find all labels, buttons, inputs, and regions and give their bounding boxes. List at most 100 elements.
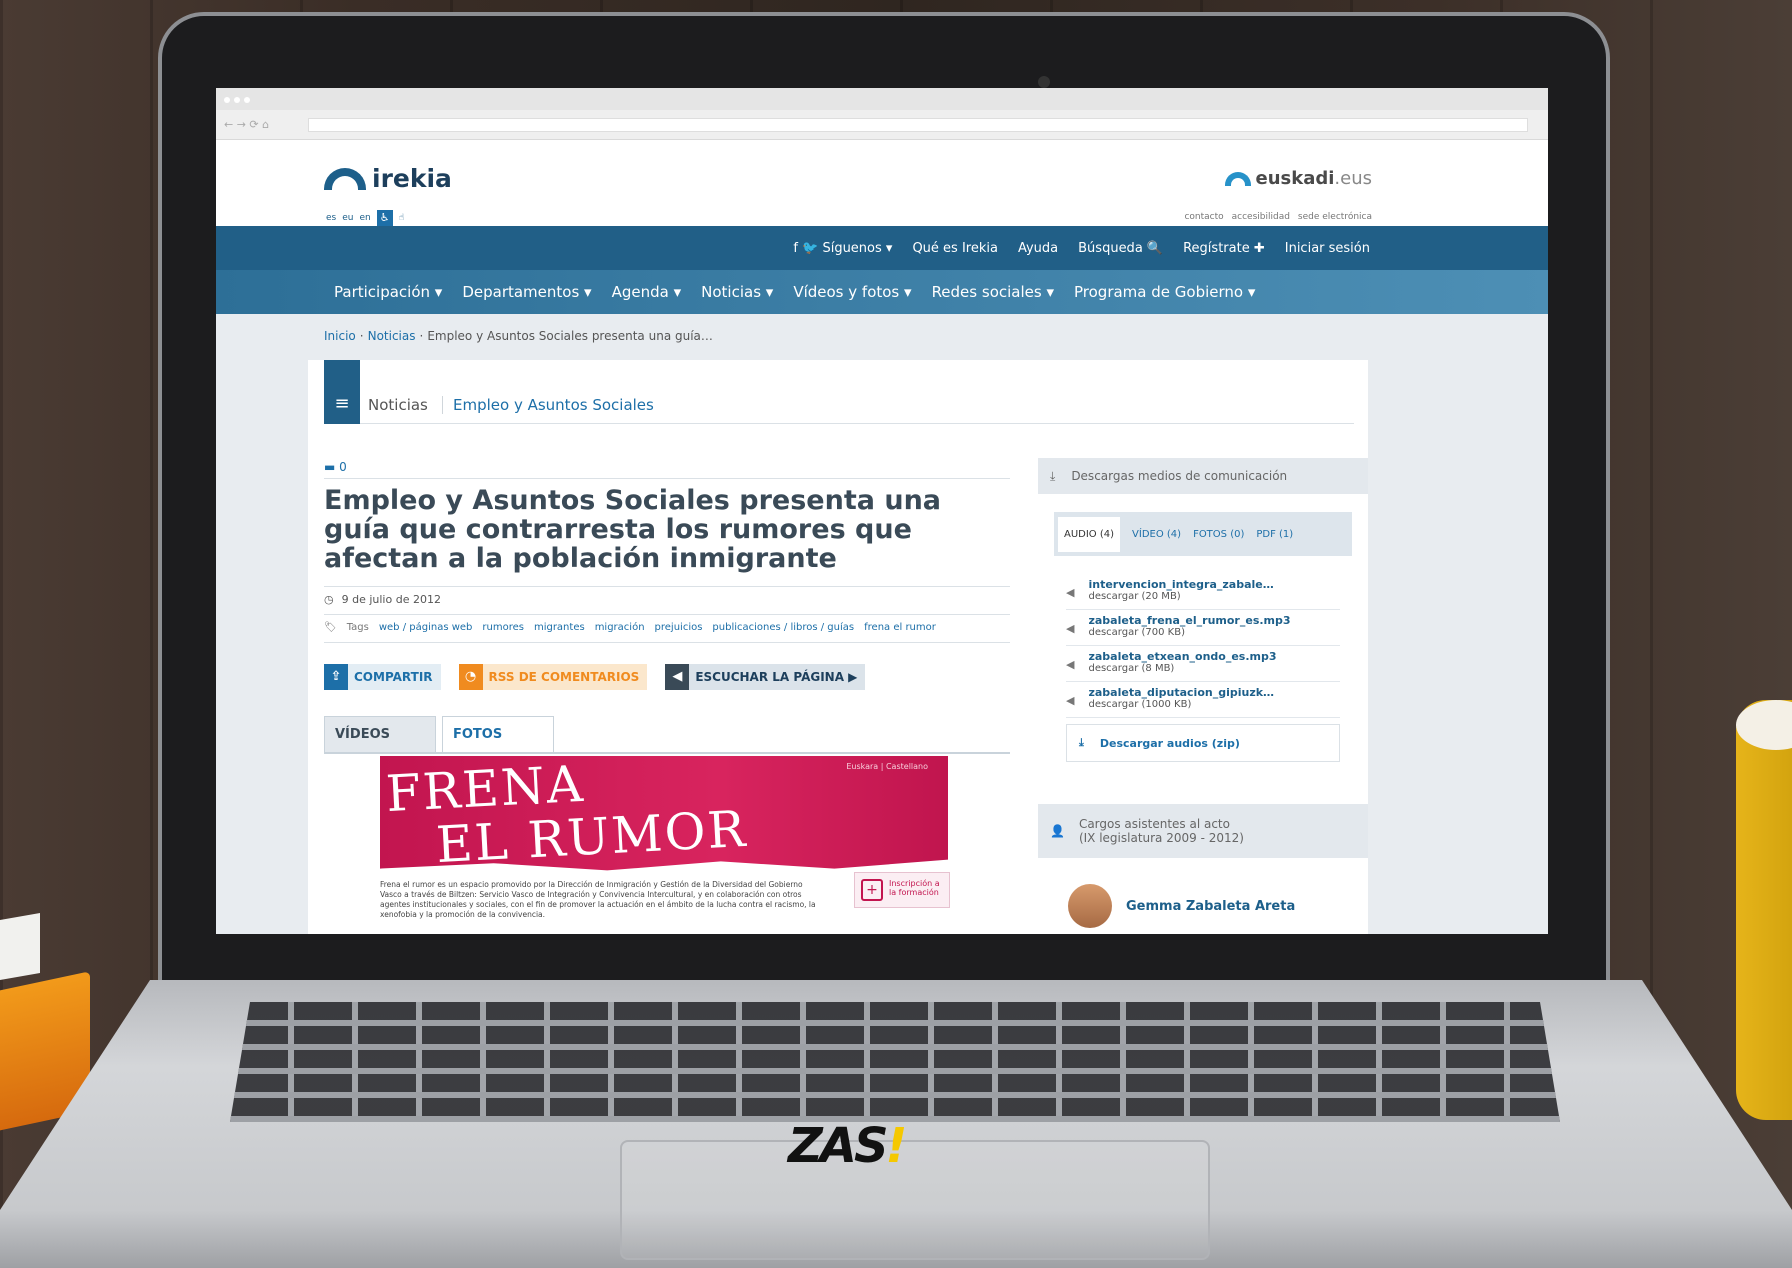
speaker-icon: ◀	[1066, 694, 1075, 707]
file-name[interactable]: zabaleta_frena_el_rumor_es.mp3	[1088, 614, 1290, 627]
link-sede-electronica[interactable]: sede electrónica	[1298, 212, 1372, 222]
file-size[interactable]: descargar (8 MB)	[1088, 663, 1276, 674]
nav-redes-sociales[interactable]: Redes sociales ▾	[932, 283, 1054, 301]
tag-item[interactable]: publicaciones / libros / guías	[712, 622, 854, 633]
sign-language-icon[interactable]: ☝	[399, 213, 404, 223]
euskadi-logo[interactable]: euskadi.eus	[1225, 168, 1372, 189]
laptop-screen: ← → ⟳ ⌂ irekia euskadi.eus es eu en ♿ ☝ …	[216, 88, 1548, 934]
chevron-down-icon: ▾	[885, 240, 893, 256]
tag-item[interactable]: web / páginas web	[379, 622, 473, 633]
banner-language-links[interactable]: Euskara | Castellano	[846, 762, 928, 771]
tags-list: 🏷 Tags web / páginas web rumores migrant…	[324, 622, 936, 633]
link-accesibilidad[interactable]: accesibilidad	[1232, 212, 1290, 222]
nav-ayuda[interactable]: Ayuda	[1018, 241, 1058, 256]
camera-icon	[1038, 76, 1050, 88]
tab-video[interactable]: VÍDEO (4)	[1132, 529, 1181, 540]
article-date: ◷ 9 de julio de 2012	[324, 593, 441, 606]
accessibility-icon[interactable]: ♿	[376, 210, 393, 226]
file-name[interactable]: zabaleta_diputacion_gipiuzk…	[1088, 686, 1274, 699]
irekia-logo-text: irekia	[372, 164, 452, 193]
top-nav: f 🐦 Síguenos ▾ Qué es Irekia Ayuda Búsqu…	[216, 226, 1548, 270]
person-icon: 👤	[1050, 824, 1065, 838]
banner-description: Frena el rumor es un espacio promovido p…	[380, 880, 816, 919]
list-item[interactable]: ◀ zabaleta_etxean_ondo_es.mp3 descargar …	[1066, 646, 1340, 682]
share-button[interactable]: ⇪ COMPARTIR	[324, 664, 441, 690]
tab-photos[interactable]: FOTOS	[442, 716, 554, 752]
browser-address-bar: ← → ⟳ ⌂	[216, 110, 1548, 140]
tag-item[interactable]: frena el rumor	[864, 622, 936, 633]
window-minimize-dot[interactable]	[234, 97, 240, 103]
yellow-mug	[1736, 700, 1792, 1120]
tab-fotos[interactable]: FOTOS (0)	[1193, 529, 1244, 540]
rss-comments-button[interactable]: ◔ RSS DE COMENTARIOS	[458, 664, 648, 690]
link-contacto[interactable]: contacto	[1184, 212, 1223, 222]
irekia-logo[interactable]: irekia	[324, 164, 452, 193]
nav-iniciar-sesion[interactable]: Iniciar sesión	[1285, 241, 1370, 256]
trackpad[interactable]	[620, 1140, 1210, 1260]
listen-page-button[interactable]: ◀ ESCUCHAR LA PÁGINA ▶	[665, 664, 866, 690]
tab-videos[interactable]: VÍDEOS	[324, 716, 436, 752]
nav-siguenos: Síguenos	[822, 240, 882, 256]
tag-item[interactable]: prejuicios	[655, 622, 703, 633]
divider	[324, 586, 1010, 587]
comment-count[interactable]: ▬ 0	[324, 460, 347, 474]
nav-agenda[interactable]: Agenda ▾	[612, 283, 682, 301]
file-size[interactable]: descargar (700 KB)	[1088, 627, 1290, 638]
nav-noticias[interactable]: Noticias ▾	[701, 283, 773, 301]
divider	[324, 478, 1010, 479]
zas-text: ZAS	[788, 1118, 889, 1174]
section-label[interactable]: Noticias	[368, 396, 428, 414]
tag-item[interactable]: migrantes	[534, 622, 585, 633]
lang-en[interactable]: en	[359, 213, 370, 223]
social-nav[interactable]: f 🐦 Síguenos ▾	[793, 241, 892, 256]
breadcrumb: Inicio · Noticias · Empleo y Asuntos Soc…	[324, 329, 713, 343]
breadcrumb-noticias[interactable]: Noticias	[368, 329, 416, 343]
list-item[interactable]: ◀ intervencion_integra_zabale… descargar…	[1066, 574, 1340, 610]
utility-links: contacto accesibilidad sede electrónica	[1184, 212, 1372, 222]
inscription-button[interactable]: + Inscripción a la formación	[854, 872, 950, 908]
file-name[interactable]: zabaleta_etxean_ondo_es.mp3	[1088, 650, 1276, 663]
tag-item[interactable]: migración	[595, 622, 645, 633]
attendee-item[interactable]: Gemma Zabaleta Areta	[1038, 884, 1368, 928]
window-close-dot[interactable]	[224, 97, 230, 103]
file-size[interactable]: descargar (1000 KB)	[1088, 699, 1274, 710]
nav-participacion[interactable]: Participación ▾	[334, 283, 442, 301]
search-icon: 🔍	[1146, 240, 1164, 256]
divider	[324, 642, 1010, 643]
keyboard-rows	[230, 1002, 1560, 1122]
lang-es[interactable]: es	[326, 213, 336, 223]
main-nav: Participación ▾ Departamentos ▾ Agenda ▾…	[216, 270, 1548, 314]
rss-icon: ◔	[458, 664, 483, 690]
file-size[interactable]: descargar (20 MB)	[1088, 591, 1273, 602]
url-input[interactable]	[308, 118, 1528, 132]
nav-busqueda[interactable]: Búsqueda 🔍	[1078, 241, 1163, 256]
divider	[324, 614, 1010, 615]
nav-programa-gobierno[interactable]: Programa de Gobierno ▾	[1074, 283, 1255, 301]
window-maximize-dot[interactable]	[244, 97, 250, 103]
file-name[interactable]: intervencion_integra_zabale…	[1088, 578, 1273, 591]
lang-eu[interactable]: eu	[342, 213, 353, 223]
list-item[interactable]: ◀ zabaleta_diputacion_gipiuzk… descargar…	[1066, 682, 1340, 718]
frena-el-rumor-banner[interactable]: FRENA EL RUMOR Euskara | Castellano	[380, 756, 948, 874]
attendees-subtitle: (IX legislatura 2009 - 2012)	[1078, 831, 1244, 845]
tab-audio[interactable]: AUDIO (4)	[1058, 516, 1121, 552]
section-sub-label[interactable]: Empleo y Asuntos Sociales	[442, 396, 654, 414]
nav-registrate[interactable]: Regístrate ✚	[1183, 241, 1265, 256]
tab-underline	[324, 752, 1010, 754]
nav-departamentos[interactable]: Departamentos ▾	[462, 283, 591, 301]
euskadi-arch-icon	[1225, 171, 1252, 186]
downloads-title: Descargas medios de comunicación	[1071, 469, 1288, 483]
list-item[interactable]: ◀ zabaleta_frena_el_rumor_es.mp3 descarg…	[1066, 610, 1340, 646]
download-zip-button[interactable]: ⤓ Descargar audios (zip)	[1066, 724, 1340, 762]
tag-item[interactable]: rumores	[482, 622, 524, 633]
attendee-name[interactable]: Gemma Zabaleta Areta	[1126, 899, 1295, 914]
speaker-icon: ◀	[1066, 622, 1075, 635]
browser-nav-icons[interactable]: ← → ⟳ ⌂	[224, 118, 269, 131]
date-text: 9 de julio de 2012	[341, 593, 441, 606]
nav-videos-fotos[interactable]: Vídeos y fotos ▾	[793, 283, 911, 301]
breadcrumb-home[interactable]: Inicio	[324, 329, 356, 343]
tab-pdf[interactable]: PDF (1)	[1256, 529, 1293, 540]
nav-que-es-irekia[interactable]: Qué es Irekia	[912, 241, 998, 256]
main-content: ≡ Noticias Empleo y Asuntos Sociales ▬ 0…	[308, 360, 1368, 934]
language-selector: es eu en ♿ ☝	[326, 210, 404, 226]
